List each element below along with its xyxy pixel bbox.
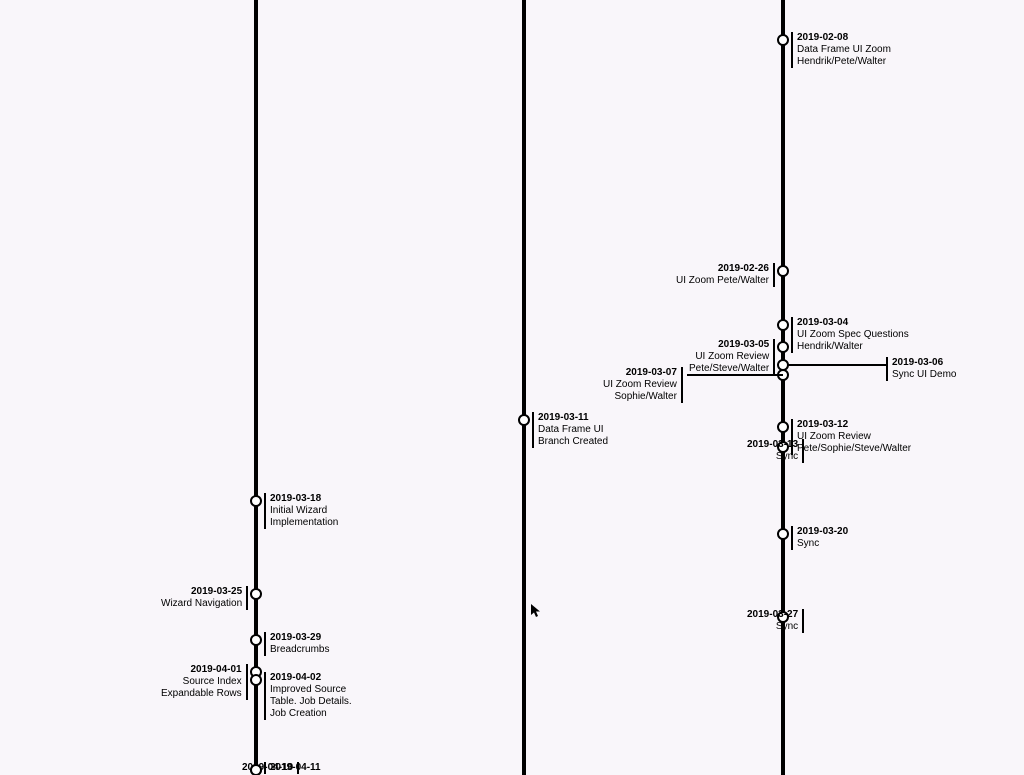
event-date: 2019-03-20: [797, 526, 848, 538]
event-desc: Initial Wizard: [270, 505, 338, 517]
timeline-marker: [250, 495, 262, 507]
timeline-event: 2019-03-25Wizard Navigation: [161, 586, 248, 610]
event-desc: Sophie/Walter: [603, 391, 677, 403]
event-desc: UI Zoom Review: [797, 431, 911, 443]
event-date: 2019-04-11: [270, 762, 321, 774]
event-desc: Source Index: [161, 676, 242, 688]
timeline-marker: [777, 341, 789, 353]
event-date: 2019-03-25: [161, 586, 242, 598]
timeline-event: 2019-04-01Source IndexExpandable Rows: [161, 664, 248, 700]
event-desc: Improved Source: [270, 684, 352, 696]
event-date: 2019-03-04: [797, 317, 909, 329]
timeline-marker: [250, 674, 262, 686]
event-date: 2019-03-12: [797, 419, 911, 431]
timeline-track-2: [781, 0, 785, 775]
event-desc: Data Frame UI Zoom: [797, 44, 891, 56]
event-date: 2019-03-18: [270, 493, 338, 505]
event-date: 2019-03-29: [270, 632, 329, 644]
event-date: 2019-03-11: [538, 412, 608, 424]
timeline-event: 2019-02-08Data Frame UI ZoomHendrik/Pete…: [791, 32, 891, 68]
timeline-event: 2019-03-05UI Zoom ReviewPete/Steve/Walte…: [689, 339, 775, 375]
event-desc: Sync: [747, 451, 798, 463]
timeline-event: 2019-03-11Data Frame UIBranch Created: [532, 412, 608, 448]
event-desc: Implementation: [270, 517, 338, 529]
timeline-event: 2019-03-04UI Zoom Spec QuestionsHendrik/…: [791, 317, 909, 353]
event-desc: Pete/Sophie/Steve/Walter: [797, 443, 911, 455]
event-date: 2019-03-27: [747, 609, 798, 621]
event-date: 2019-03-13: [747, 439, 798, 451]
timeline-event: 2019-03-29Breadcrumbs: [264, 632, 329, 656]
event-desc: Breadcrumbs: [270, 644, 329, 656]
event-date: 2019-03-06: [892, 357, 956, 369]
event-desc: Table. Job Details.: [270, 696, 352, 708]
event-desc: Sync UI Demo: [892, 369, 956, 381]
event-desc: UI Zoom Review: [603, 379, 677, 391]
event-date: 2019-04-01: [161, 664, 242, 676]
event-desc: UI Zoom Spec Questions: [797, 329, 909, 341]
event-date: 2019-04-02: [270, 672, 352, 684]
timeline-marker: [250, 634, 262, 646]
event-date: 2019-03-07: [603, 367, 677, 379]
event-desc: UI Zoom Pete/Walter: [676, 275, 769, 287]
timeline-marker: [777, 34, 789, 46]
event-desc: Job Creation: [270, 708, 352, 720]
timeline-track-1: [522, 0, 526, 775]
timeline-event: 2019-04-02Improved SourceTable. Job Deta…: [264, 672, 352, 720]
timeline-marker: [777, 319, 789, 331]
event-desc: Wizard Navigation: [161, 598, 242, 610]
event-date: 2019-03-05: [689, 339, 769, 351]
timeline-event: 2019-04-11: [264, 762, 321, 774]
event-desc: Hendrik/Pete/Walter: [797, 56, 891, 68]
event-desc: Expandable Rows: [161, 688, 242, 700]
timeline-event: 2019-03-27Sync: [747, 609, 804, 633]
event-desc: UI Zoom Review: [689, 351, 769, 363]
timeline-track-0: [254, 0, 258, 775]
event-date: 2019-02-08: [797, 32, 891, 44]
timeline-marker: [777, 421, 789, 433]
event-desc: Sync: [747, 621, 798, 633]
event-date: 2019-02-26: [676, 263, 769, 275]
timeline-event: 2019-03-18Initial WizardImplementation: [264, 493, 338, 529]
timeline-marker: [518, 414, 530, 426]
timeline-event: 2019-03-13Sync: [747, 439, 804, 463]
timeline-event: 2019-02-26UI Zoom Pete/Walter: [676, 263, 775, 287]
timeline-event: 2019-03-12UI Zoom ReviewPete/Sophie/Stev…: [791, 419, 911, 455]
timeline-marker: [250, 588, 262, 600]
timeline-marker: [250, 764, 262, 775]
timeline-event: 2019-03-20Sync: [791, 526, 848, 550]
connector: [787, 364, 886, 366]
cursor-icon: [531, 604, 541, 618]
event-desc: Sync: [797, 538, 848, 550]
event-desc: Branch Created: [538, 436, 608, 448]
event-desc: Data Frame UI: [538, 424, 608, 436]
timeline-event: 2019-03-07UI Zoom ReviewSophie/Walter: [603, 367, 683, 403]
timeline-marker: [777, 528, 789, 540]
timeline-event: 2019-03-06Sync UI Demo: [886, 357, 956, 381]
timeline-marker: [777, 265, 789, 277]
event-desc: Hendrik/Walter: [797, 341, 909, 353]
connector: [687, 374, 783, 376]
